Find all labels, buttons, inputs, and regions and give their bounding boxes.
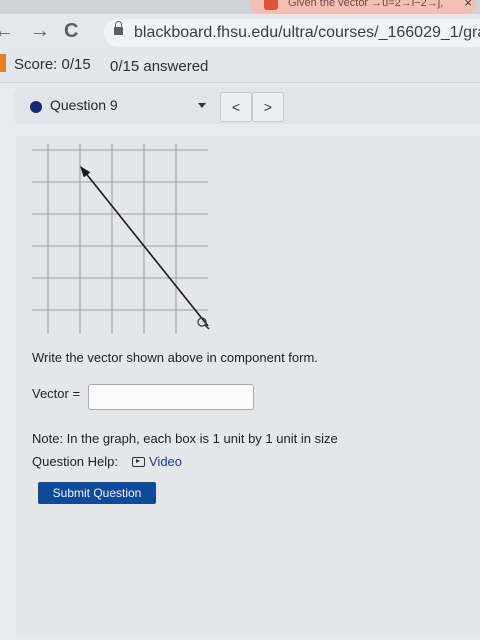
question-prompt: Write the vector shown above in componen… (32, 350, 318, 365)
vector-input[interactable] (88, 384, 254, 410)
next-question-button[interactable]: > (252, 92, 284, 122)
lock-icon (114, 21, 123, 35)
page: Score: 0/15 0/15 answered Question 9 < >… (0, 50, 480, 640)
grid-note: Note: In the graph, each box is 1 unit b… (32, 431, 338, 446)
tab-title: Given the vector →u=2→i−2→j, (288, 0, 444, 9)
browser-tab-strip: Given the vector →u=2→i−2→j, × (0, 0, 480, 14)
address-bar[interactable]: blackboard.fhsu.edu/ultra/courses/_16602… (104, 19, 480, 47)
browser-toolbar: ← → C blackboard.fhsu.edu/ultra/courses/… (0, 14, 480, 50)
graph-grid (32, 144, 208, 334)
video-link-label: Video (149, 454, 183, 469)
url-text: blackboard.fhsu.edu/ultra/courses/_16602… (134, 24, 480, 41)
vector-field-label: Vector = (32, 386, 81, 401)
reload-icon[interactable]: C (64, 20, 78, 42)
back-arrow-icon[interactable]: ← (0, 20, 14, 42)
question-status-dot (30, 101, 42, 113)
question-select[interactable]: Question 9 (20, 92, 220, 120)
vector-arrow (83, 170, 209, 327)
video-help-link[interactable]: Video (132, 454, 182, 469)
question-content: Write the vector shown above in componen… (16, 136, 480, 636)
score-bar: Score: 0/15 0/15 answered (0, 50, 480, 83)
submit-question-button[interactable]: Submit Question (38, 482, 156, 504)
browser-tab[interactable]: Given the vector →u=2→i−2→j, × (250, 0, 476, 14)
question-navigator: Question 9 < > (14, 88, 480, 124)
video-icon (132, 457, 145, 467)
tab-close-icon[interactable]: × (464, 0, 472, 14)
vector-graph (32, 144, 210, 334)
score-text: Score: 0/15 (14, 56, 91, 73)
caret-down-icon (198, 103, 206, 108)
score-accent-marker (0, 54, 6, 72)
forward-arrow-icon[interactable]: → (30, 20, 50, 42)
question-select-label: Question 9 (50, 97, 118, 113)
previous-question-button[interactable]: < (220, 92, 252, 122)
answered-count: 0/15 answered (110, 58, 209, 75)
tab-favicon-icon (264, 0, 278, 10)
question-help-label: Question Help: (32, 454, 118, 469)
